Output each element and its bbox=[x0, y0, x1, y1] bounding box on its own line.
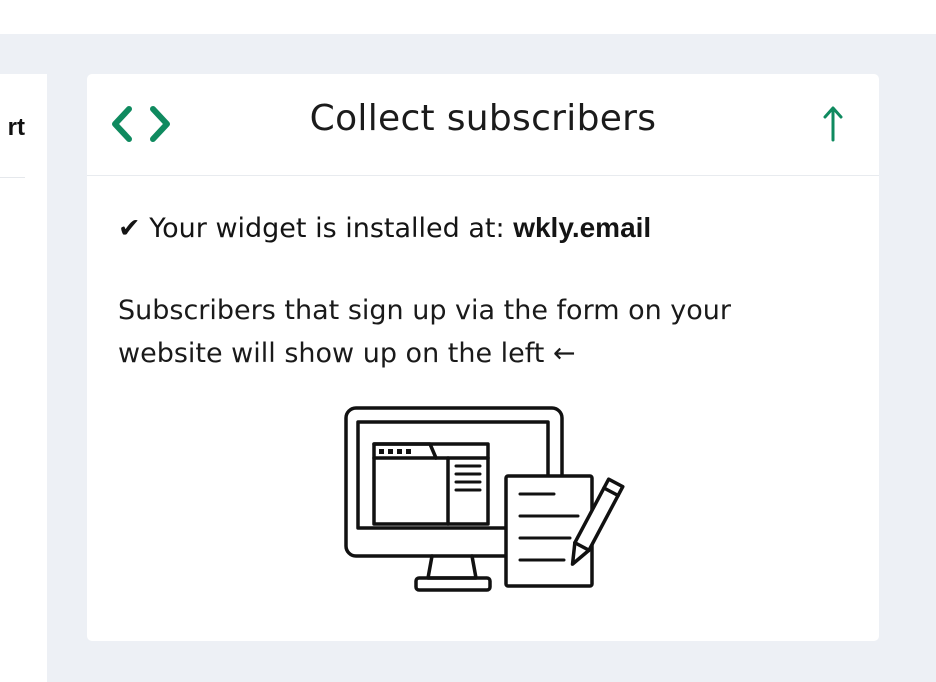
left-panel-divider bbox=[0, 177, 25, 178]
status-prefix: Your widget is installed at: bbox=[149, 213, 505, 244]
collapse-button[interactable] bbox=[813, 102, 853, 146]
card-body: ✔ Your widget is installed at: wkly.emai… bbox=[118, 208, 858, 375]
left-panel: rt bbox=[0, 74, 47, 682]
embed-code-button[interactable] bbox=[107, 100, 177, 148]
card-title: Collect subscribers bbox=[309, 98, 657, 139]
card-header: Collect subscribers bbox=[87, 74, 879, 176]
widget-status: ✔ Your widget is installed at: wkly.emai… bbox=[118, 208, 858, 249]
checkmark-icon: ✔ bbox=[118, 213, 141, 244]
computer-with-document-icon bbox=[344, 406, 625, 592]
left-panel-heading: rt bbox=[7, 114, 25, 141]
collect-subscribers-card: Collect subscribers ✔ Your widget is ins… bbox=[87, 74, 879, 641]
code-brackets-icon bbox=[112, 106, 170, 142]
installed-domain: wkly.email bbox=[513, 212, 652, 243]
top-bar bbox=[0, 0, 936, 34]
arrow-up-icon bbox=[823, 106, 843, 142]
subscribers-info: Subscribers that sign up via the form on… bbox=[118, 295, 732, 369]
